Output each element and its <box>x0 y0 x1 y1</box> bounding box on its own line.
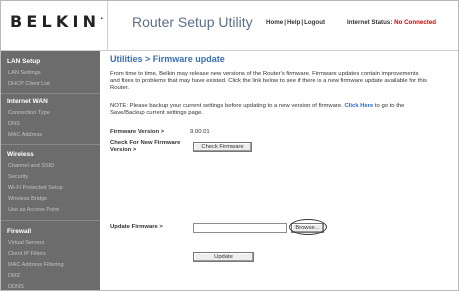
page-title: Utilities > Firmware update <box>110 54 225 64</box>
firmware-version-value: 9.00.01 <box>190 129 210 135</box>
internet-status-label: Internet Status: <box>347 19 393 26</box>
app-title: Router Setup Utility <box>132 14 253 30</box>
check-firmware-button[interactable]: Check Firmware <box>193 142 252 152</box>
main-content: Utilities > Firmware update From time to… <box>109 51 454 290</box>
sidebar-section-lan-setup[interactable]: LAN Setup <box>7 58 40 65</box>
sidebar-divider <box>1 93 100 94</box>
sidebar-divider <box>1 144 100 145</box>
header: BELKIN. Router Setup Utility Home|Help|L… <box>1 1 458 51</box>
logout-link[interactable]: Logout <box>304 19 325 26</box>
sidebar-item-dns[interactable]: DNS <box>8 121 20 127</box>
sidebar-section-firewall[interactable]: Firewall <box>7 228 31 235</box>
sidebar-item-security[interactable]: Security <box>8 174 28 180</box>
firmware-version-label: Firmware Version > <box>110 129 165 135</box>
sidebar: LAN Setup LAN Settings DHCP Client List … <box>1 51 100 290</box>
belkin-logo: BELKIN. <box>10 12 104 31</box>
sidebar-item-channel-and-ssid[interactable]: Channel and SSID <box>8 163 54 169</box>
sidebar-item-wireless-bridge[interactable]: Wireless Bridge <box>8 196 47 202</box>
sidebar-section-internet-wan[interactable]: Internet WAN <box>7 98 48 105</box>
router-setup-window: BELKIN. Router Setup Utility Home|Help|L… <box>0 0 459 291</box>
firmware-file-input[interactable] <box>193 223 287 233</box>
sidebar-item-virtual-servers[interactable]: Virtual Servers <box>8 240 45 246</box>
sidebar-item-ddns[interactable]: DDNS <box>8 284 24 290</box>
sidebar-item-mac-address-filtering[interactable]: MAC Address Filtering <box>8 262 64 268</box>
top-links: Home|Help|Logout <box>266 19 326 26</box>
update-firmware-label: Update Firmware > <box>110 224 163 230</box>
internet-status-value: No Connected <box>394 19 437 26</box>
intro-text: From time to time, Belkin may release ne… <box>110 71 427 91</box>
header-divider <box>107 1 108 50</box>
sidebar-divider <box>1 220 100 221</box>
sidebar-item-mac-address[interactable]: MAC Address <box>8 132 42 138</box>
sidebar-item-wifi-protected-setup[interactable]: Wi-Fi Protected Setup <box>8 185 63 191</box>
backup-note: NOTE: Please backup your current setting… <box>110 103 405 116</box>
help-link[interactable]: Help <box>287 19 300 26</box>
sidebar-item-client-ip-filters[interactable]: Client IP Filters <box>8 251 46 257</box>
update-button[interactable]: Update <box>193 252 254 262</box>
internet-status: Internet Status: No Connected <box>347 19 436 26</box>
sidebar-item-use-as-access-point[interactable]: Use as Access Point <box>8 207 59 213</box>
sidebar-item-lan-settings[interactable]: LAN Settings <box>8 70 41 76</box>
click-here-link[interactable]: Click Here <box>344 103 373 109</box>
sidebar-section-wireless[interactable]: Wireless <box>7 151 34 158</box>
browse-button[interactable]: Browse... <box>291 223 324 233</box>
sidebar-item-dhcp-client-list[interactable]: DHCP Client List <box>8 81 50 87</box>
sidebar-item-connection-type[interactable]: Connection Type <box>8 110 50 116</box>
sidebar-item-dmz[interactable]: DMZ <box>8 273 20 279</box>
home-link[interactable]: Home <box>266 19 283 26</box>
check-firmware-label: Check For New Firmware Version > <box>110 140 181 153</box>
